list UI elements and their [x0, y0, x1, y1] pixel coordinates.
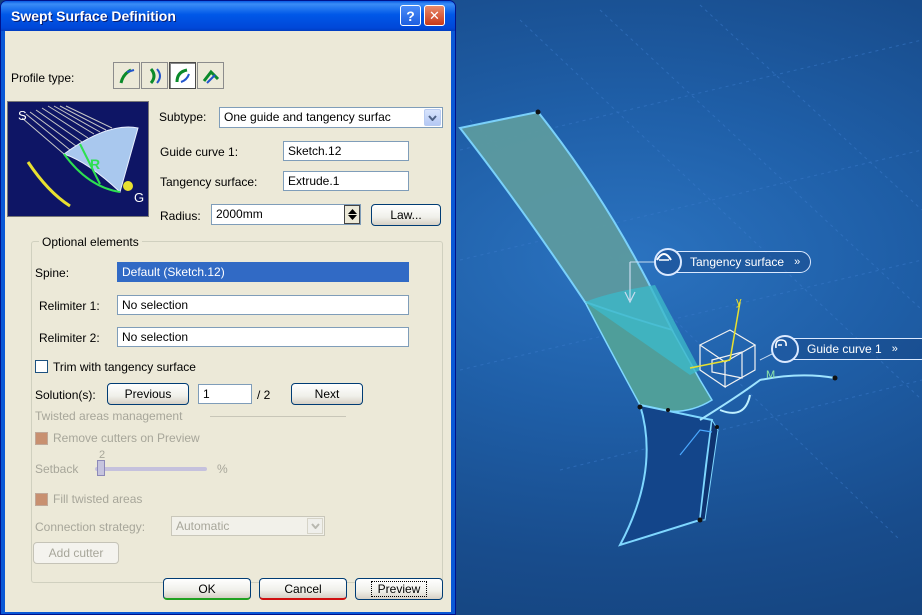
explicit-profile-button[interactable]	[197, 62, 224, 89]
tangency-surface-field[interactable]: Extrude.1	[283, 171, 409, 191]
cancel-button[interactable]: Cancel	[259, 578, 347, 600]
expand-chevron-icon[interactable]: »	[892, 343, 898, 355]
lower-surface	[617, 403, 714, 547]
spine-field[interactable]: Default (Sketch.12)	[117, 262, 409, 282]
dialog-title: Swept Surface Definition	[11, 8, 176, 24]
ok-button-label: OK	[198, 581, 216, 596]
subtype-value: One guide and tangency surfac	[224, 110, 391, 124]
trim-label: Trim with tangency surface	[53, 360, 196, 374]
guide-curve-label: Guide curve 1:	[160, 145, 239, 159]
solution-index-field[interactable]: 1	[198, 384, 252, 404]
solution-total: / 2	[257, 388, 271, 402]
line-profile-button[interactable]	[113, 62, 140, 89]
radius-label: Radius:	[160, 209, 201, 223]
radius-value: 2000mm	[216, 207, 263, 221]
guide-curve-tag[interactable]: Guide curve 1 »	[771, 335, 922, 363]
swept-surface-dialog: Swept Surface Definition ? ✕ Profile typ…	[0, 0, 456, 615]
close-icon: ✕	[429, 7, 440, 23]
guide-curve-field[interactable]: Sketch.12	[283, 141, 409, 161]
surface-icon	[654, 248, 682, 276]
tangency-surface-tag[interactable]: Tangency surface »	[654, 248, 812, 276]
help-icon: ?	[406, 7, 415, 24]
relimiter2-label: Relimiter 2:	[39, 331, 100, 345]
preview-s-label: S	[18, 108, 27, 123]
setback-label: Setback	[35, 462, 79, 476]
radius-field[interactable]: 2000mm	[211, 204, 361, 225]
relimiter2-value: No selection	[122, 330, 189, 344]
guide-curve-value: Sketch.12	[288, 144, 342, 158]
preview-button[interactable]: Preview	[355, 578, 443, 600]
expand-chevron-icon[interactable]: »	[794, 256, 800, 268]
fill-twisted-label: Fill twisted areas	[53, 492, 143, 506]
connection-strategy-value: Automatic	[176, 519, 230, 533]
spine-label: Spine:	[35, 266, 70, 280]
relimiter2-field[interactable]: No selection	[117, 327, 409, 347]
optional-elements-title: Optional elements	[39, 235, 142, 249]
twisted-areas-title: Twisted areas management	[35, 409, 183, 423]
line-profile-icon	[119, 68, 134, 83]
tangency-surface-label: Tangency surface:	[160, 175, 258, 189]
subtype-preview-image: S R G	[7, 101, 149, 217]
preview-button-label: Preview	[370, 581, 428, 597]
next-button[interactable]: Next	[291, 383, 363, 405]
help-button[interactable]: ?	[400, 5, 421, 26]
solution-index-value: 1	[203, 387, 210, 401]
add-cutter-button[interactable]: Add cutter	[33, 542, 119, 564]
preview-g-label: G	[134, 190, 145, 205]
tangency-surface-value: Extrude.1	[288, 174, 340, 188]
relimiter1-field[interactable]: No selection	[117, 295, 409, 315]
remove-cutters-label: Remove cutters on Preview	[53, 431, 200, 445]
cancel-button-label: Cancel	[284, 581, 322, 596]
conic-profile-icon	[175, 68, 190, 83]
solutions-label: Solution(s):	[35, 388, 96, 402]
tangency-tag-label: Tangency surface	[690, 255, 785, 269]
spin-up-icon	[347, 209, 357, 214]
add-cutter-label: Add cutter	[48, 546, 104, 560]
fill-twisted-checkbox[interactable]	[35, 493, 48, 506]
previous-button-label: Previous	[124, 387, 172, 401]
curve-icon	[771, 335, 799, 363]
chevron-down-icon[interactable]	[307, 518, 323, 534]
chevron-down-icon[interactable]	[424, 109, 441, 126]
close-button[interactable]: ✕	[424, 5, 445, 26]
trim-checkbox[interactable]	[35, 360, 48, 373]
spin-down-icon	[347, 215, 357, 220]
relimiter1-value: No selection	[122, 298, 189, 312]
next-button-label: Next	[314, 387, 340, 401]
circle-profile-icon	[149, 67, 161, 84]
conic-profile-button[interactable]	[169, 62, 196, 89]
compass-triad	[698, 329, 757, 389]
spine-value: Default (Sketch.12)	[122, 265, 225, 279]
connection-strategy-select[interactable]: Automatic	[171, 516, 325, 536]
dialog-body: Profile type: S R G Subtype: One guide a…	[5, 31, 451, 612]
setback-slider-thumb[interactable]	[97, 460, 105, 476]
setback-slider-track[interactable]	[95, 467, 207, 471]
subtype-select[interactable]: One guide and tangency surfac	[219, 107, 443, 128]
twisted-areas-divider	[210, 416, 346, 417]
subtype-label: Subtype:	[159, 110, 207, 124]
profile-type-label: Profile type:	[11, 71, 75, 85]
law-button-label: Law...	[390, 208, 422, 222]
guide-tag-label: Guide curve 1	[807, 342, 882, 356]
setback-unit: %	[217, 462, 228, 476]
previous-button[interactable]: Previous	[107, 383, 189, 405]
circle-profile-button[interactable]	[141, 62, 168, 89]
guide-curve	[699, 374, 836, 421]
explicit-profile-icon	[202, 69, 219, 84]
title-bar[interactable]: Swept Surface Definition ? ✕	[1, 1, 455, 31]
connection-strategy-label: Connection strategy:	[35, 520, 146, 534]
law-button[interactable]: Law...	[371, 204, 441, 226]
relimiter1-label: Relimiter 1:	[39, 299, 100, 313]
axis-m-label: M	[766, 369, 775, 381]
axis-y-label: y	[736, 296, 742, 308]
remove-cutters-checkbox[interactable]	[35, 432, 48, 445]
preview-r-label: R	[90, 156, 101, 172]
radius-spinner[interactable]	[344, 205, 360, 224]
ok-button[interactable]: OK	[163, 578, 251, 600]
